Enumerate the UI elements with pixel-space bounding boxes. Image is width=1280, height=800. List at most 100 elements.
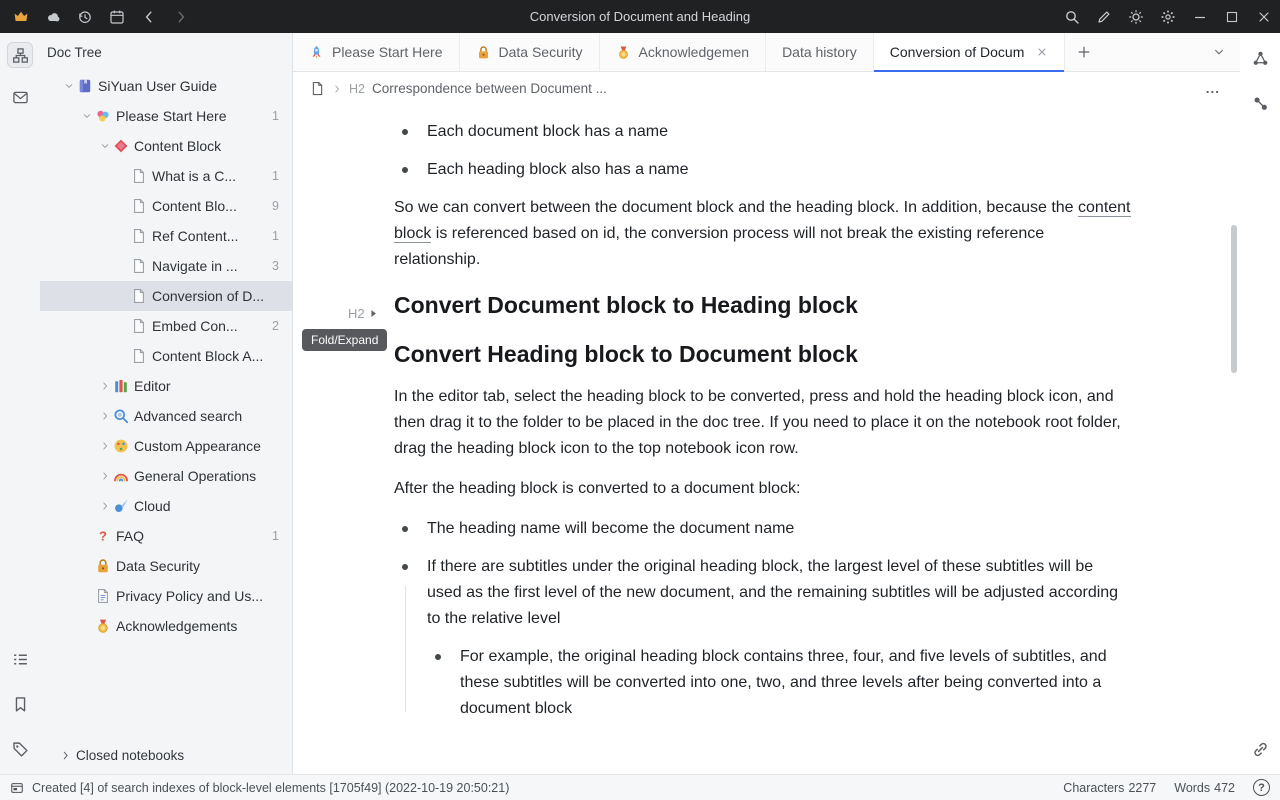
doc-title: Embed Con... [152,318,238,334]
doc-tree-item[interactable]: Editor [40,371,292,401]
chevron-right-icon[interactable] [96,471,113,481]
doc-tree-item[interactable]: What is a C...1 [40,161,292,191]
doc-tree-item[interactable]: Custom Appearance [40,431,292,461]
ref-count-badge: 2 [272,319,292,333]
go-back-button[interactable] [133,0,165,33]
chevron-down-icon[interactable] [78,111,95,121]
list-item-block[interactable]: If there are subtitles under the origina… [394,554,1131,632]
doc-tree-item[interactable]: SiYuan User Guide [40,71,292,101]
list-item-block[interactable]: Each document block has a name [394,119,1131,145]
tab-data-history[interactable]: Data history [766,33,874,71]
bookmark-dock-icon[interactable] [7,691,33,717]
help-icon[interactable]: ? [1253,779,1270,796]
doc-tree-item[interactable]: Cloud [40,491,292,521]
doc-title: Data Security [116,558,200,574]
inbox-icon[interactable] [7,84,33,110]
doc-tree-item[interactable]: Navigate in ... 3 [40,251,292,281]
chevron-right-icon[interactable] [96,381,113,391]
tab-please-start-here[interactable]: Please Start Here [293,33,460,71]
tag-dock-icon[interactable] [7,736,33,762]
tab-acknowledgemen[interactable]: Acknowledgemen [600,33,767,71]
doc-tree-item[interactable]: General Operations [40,461,292,491]
tab-label: Data Security [499,44,583,60]
chevron-right-icon[interactable] [96,501,113,511]
sync-cloud-icon[interactable] [37,0,69,33]
ref-count-badge: 3 [272,259,292,273]
editor[interactable]: Each document block has a name Each headi… [293,105,1240,774]
doc-tree-item[interactable]: Embed Con... 2 [40,311,292,341]
doc-title: FAQ [116,528,144,544]
document-icon[interactable] [310,81,325,96]
doc-tree-header: Doc Tree [40,33,292,71]
list-item-block[interactable]: The heading name will become the documen… [394,516,1131,542]
data-history-icon[interactable] [69,0,101,33]
block-gutter[interactable]: H2 [348,297,379,330]
doc-tree-item[interactable]: Acknowledgements [40,611,292,641]
doc-title: Navigate in ... [152,258,238,274]
breadcrumb-item[interactable]: Correspondence between Document ... [372,81,607,96]
tab-bar: Please Start Here Data Security Acknowledg… [293,33,1240,72]
minimize-button[interactable] [1184,0,1216,33]
doc-tree-item[interactable]: Content Block [40,131,292,161]
doc-tree-item[interactable]: Content Blo...9 [40,191,292,221]
list-item-block[interactable]: For example, the original heading block … [394,644,1131,722]
ref-count-badge: 1 [272,529,292,543]
tab-conversion-of-docum[interactable]: Conversion of Docum [874,33,1066,71]
doc-more-button[interactable]: ... [1206,81,1220,96]
global-graph-icon[interactable] [1247,90,1273,116]
backlink-icon[interactable] [1247,736,1273,762]
doc-tree-item[interactable]: Data Security [40,551,292,581]
graph-icon[interactable] [1247,45,1273,71]
maximize-button[interactable] [1216,0,1248,33]
list-group: If there are subtitles under the origina… [394,554,1240,722]
search-button[interactable] [1056,0,1088,33]
background-task-icon[interactable] [10,781,24,795]
new-tab-button[interactable] [1065,33,1103,71]
book-icon [77,78,98,94]
heading-block[interactable]: Convert Document block to Heading blockH… [394,289,1131,322]
doc-tree-item[interactable]: Privacy Policy and Us... [40,581,292,611]
doc-tree-item[interactable]: Conversion of D... [40,281,292,311]
characters-count: Characters 2277 [1063,781,1156,795]
heading-block[interactable]: Convert Heading block to Document block [394,338,1131,371]
file-icon [131,318,152,334]
outline-dock-icon[interactable] [7,646,33,672]
chevron-right-icon[interactable] [96,411,113,421]
paragraph-block[interactable]: So we can convert between the document b… [394,195,1131,273]
close-button[interactable] [1248,0,1280,33]
sparkle-icon [95,108,116,124]
go-forward-button[interactable] [165,0,197,33]
edit-mode-button[interactable] [1088,0,1120,33]
workspace-icon[interactable] [5,0,37,33]
doc-tree-item[interactable]: Ref Content...1 [40,221,292,251]
titlebar: Conversion of Document and Heading [0,0,1280,33]
chevron-down-icon[interactable] [60,81,77,91]
doc-tree-item[interactable]: Please Start Here1 [40,101,292,131]
main-area: Doc Tree SiYuan User GuidePlease Start H… [0,33,1280,774]
settings-button[interactable] [1152,0,1184,33]
text-segment: is referenced based on id, the conversio… [394,225,1044,268]
paragraph-block[interactable]: In the editor tab, select the heading bl… [394,384,1131,462]
closed-notebooks-toggle[interactable]: Closed notebooks [40,736,292,774]
closed-notebooks-label: Closed notebooks [76,748,184,763]
gem-icon [113,138,134,154]
tab-data-security[interactable]: Data Security [460,33,600,71]
block-handle-icon[interactable] [368,308,379,319]
doc-tree-item[interactable]: ? FAQ 1 [40,521,292,551]
chevron-down-icon[interactable] [96,141,113,151]
doc-title: Editor [134,378,171,394]
list-item-block[interactable]: Each heading block also has a name [394,157,1131,183]
ref-count-badge: 1 [272,229,292,243]
paragraph-block[interactable]: After the heading block is converted to … [394,476,1131,502]
doc-tree-item[interactable]: Content Block A... [40,341,292,371]
chevron-right-icon[interactable] [96,441,113,451]
tab-list-dropdown-icon[interactable] [1198,33,1240,71]
svg-text:?: ? [99,529,107,544]
doc-tree-item[interactable]: Advanced search [40,401,292,431]
daily-note-icon[interactable] [101,0,133,33]
close-tab-icon[interactable] [1036,46,1048,58]
editor-scrollbar[interactable] [1231,225,1237,373]
doc-tree-dock-icon[interactable] [7,42,33,68]
theme-button[interactable] [1120,0,1152,33]
file-icon [131,198,152,214]
